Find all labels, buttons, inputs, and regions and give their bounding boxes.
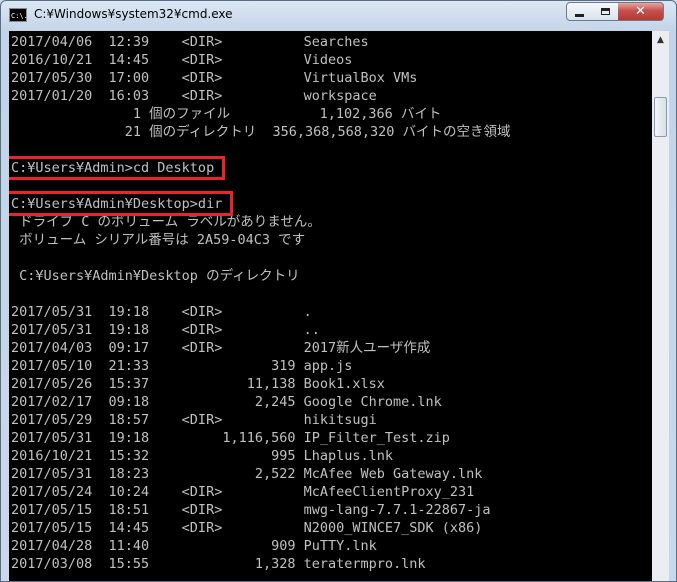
dir-entry: 2017/03/08 15:55 1,328 teratermpro.lnk xyxy=(11,556,426,572)
dir-entry: 2017/05/31 19:18 1,116,560 IP_Filter_Tes… xyxy=(11,430,450,446)
scrollbar-thumb[interactable] xyxy=(654,97,667,137)
minimize-icon xyxy=(575,14,584,17)
highlight-box-cd-command xyxy=(9,156,225,180)
dir-entry: 2017/05/15 14:45 <DIR> N2000_WINCE7_SDK … xyxy=(11,520,483,536)
cmd-window: C:\. C:¥Windows¥system32¥cmd.exe ✕ 2017/… xyxy=(0,0,677,582)
console-line: 1 個のファイル 1,102,366 バイト xyxy=(11,106,442,122)
console-line: 2017/01/20 16:03 <DIR> workspace xyxy=(11,88,377,104)
dir-entry: 2017/05/31 18:23 2,522 McAfee Web Gatewa… xyxy=(11,466,483,482)
console-output[interactable]: 2017/04/06 12:39 <DIR> Searches 2016/10/… xyxy=(9,31,652,581)
vertical-scrollbar[interactable]: ▲ xyxy=(652,31,669,581)
console-line: 21 個のディレクトリ 356,368,568,320 バイトの空き領域 xyxy=(11,124,511,140)
dir-entry: 2017/02/17 09:18 2,245 Google Chrome.lnk xyxy=(11,394,442,410)
dir-entry: 2017/05/26 15:37 11,138 Book1.xlsx xyxy=(11,376,385,392)
scroll-up-arrow-icon[interactable]: ▲ xyxy=(652,31,669,48)
dir-entry: 2017/05/31 19:18 <DIR> .. xyxy=(11,322,320,338)
dir-entry: 2017/05/31 19:18 <DIR> . xyxy=(11,304,312,320)
highlight-box-dir-command xyxy=(9,191,233,216)
console-line: 2017/04/06 12:39 <DIR> Searches xyxy=(11,34,369,50)
maximize-icon xyxy=(600,8,610,15)
console-line: C:¥Users¥Admin¥Desktop のディレクトリ xyxy=(11,268,300,284)
dir-entry: 2017/04/28 11:40 909 PuTTY.lnk xyxy=(11,538,377,554)
dir-entry: 2017/05/24 10:24 <DIR> McAfeeClientProxy… xyxy=(11,484,475,500)
dir-entry: 2017/04/03 09:17 <DIR> 2017新人ユーザ作成 xyxy=(11,340,431,356)
console-line: ボリューム シリアル番号は 2A59-04C3 です xyxy=(11,232,306,248)
dir-entry: 2017/05/10 21:33 319 app.js xyxy=(11,358,353,374)
dir-entry: 2017/05/15 18:51 <DIR> mwg-lang-7.7.1-22… xyxy=(11,502,491,518)
console-line: 2016/10/21 14:45 <DIR> Videos xyxy=(11,52,353,68)
dir-entry: 2017/05/29 18:57 <DIR> hikitsugi xyxy=(11,412,377,428)
window-title: C:¥Windows¥system32¥cmd.exe xyxy=(34,7,233,21)
maximize-button[interactable] xyxy=(592,2,619,21)
title-bar[interactable]: C:\. C:¥Windows¥system32¥cmd.exe ✕ xyxy=(1,1,676,30)
minimize-button[interactable] xyxy=(566,2,593,21)
close-icon: ✕ xyxy=(635,4,646,19)
console-line: 2017/05/30 17:00 <DIR> VirtualBox VMs xyxy=(11,70,418,86)
close-button[interactable]: ✕ xyxy=(618,2,664,21)
dir-entry: 2016/10/21 15:32 995 Lhaplus.lnk xyxy=(11,448,394,464)
cmd-app-icon[interactable]: C:\. xyxy=(9,8,28,22)
